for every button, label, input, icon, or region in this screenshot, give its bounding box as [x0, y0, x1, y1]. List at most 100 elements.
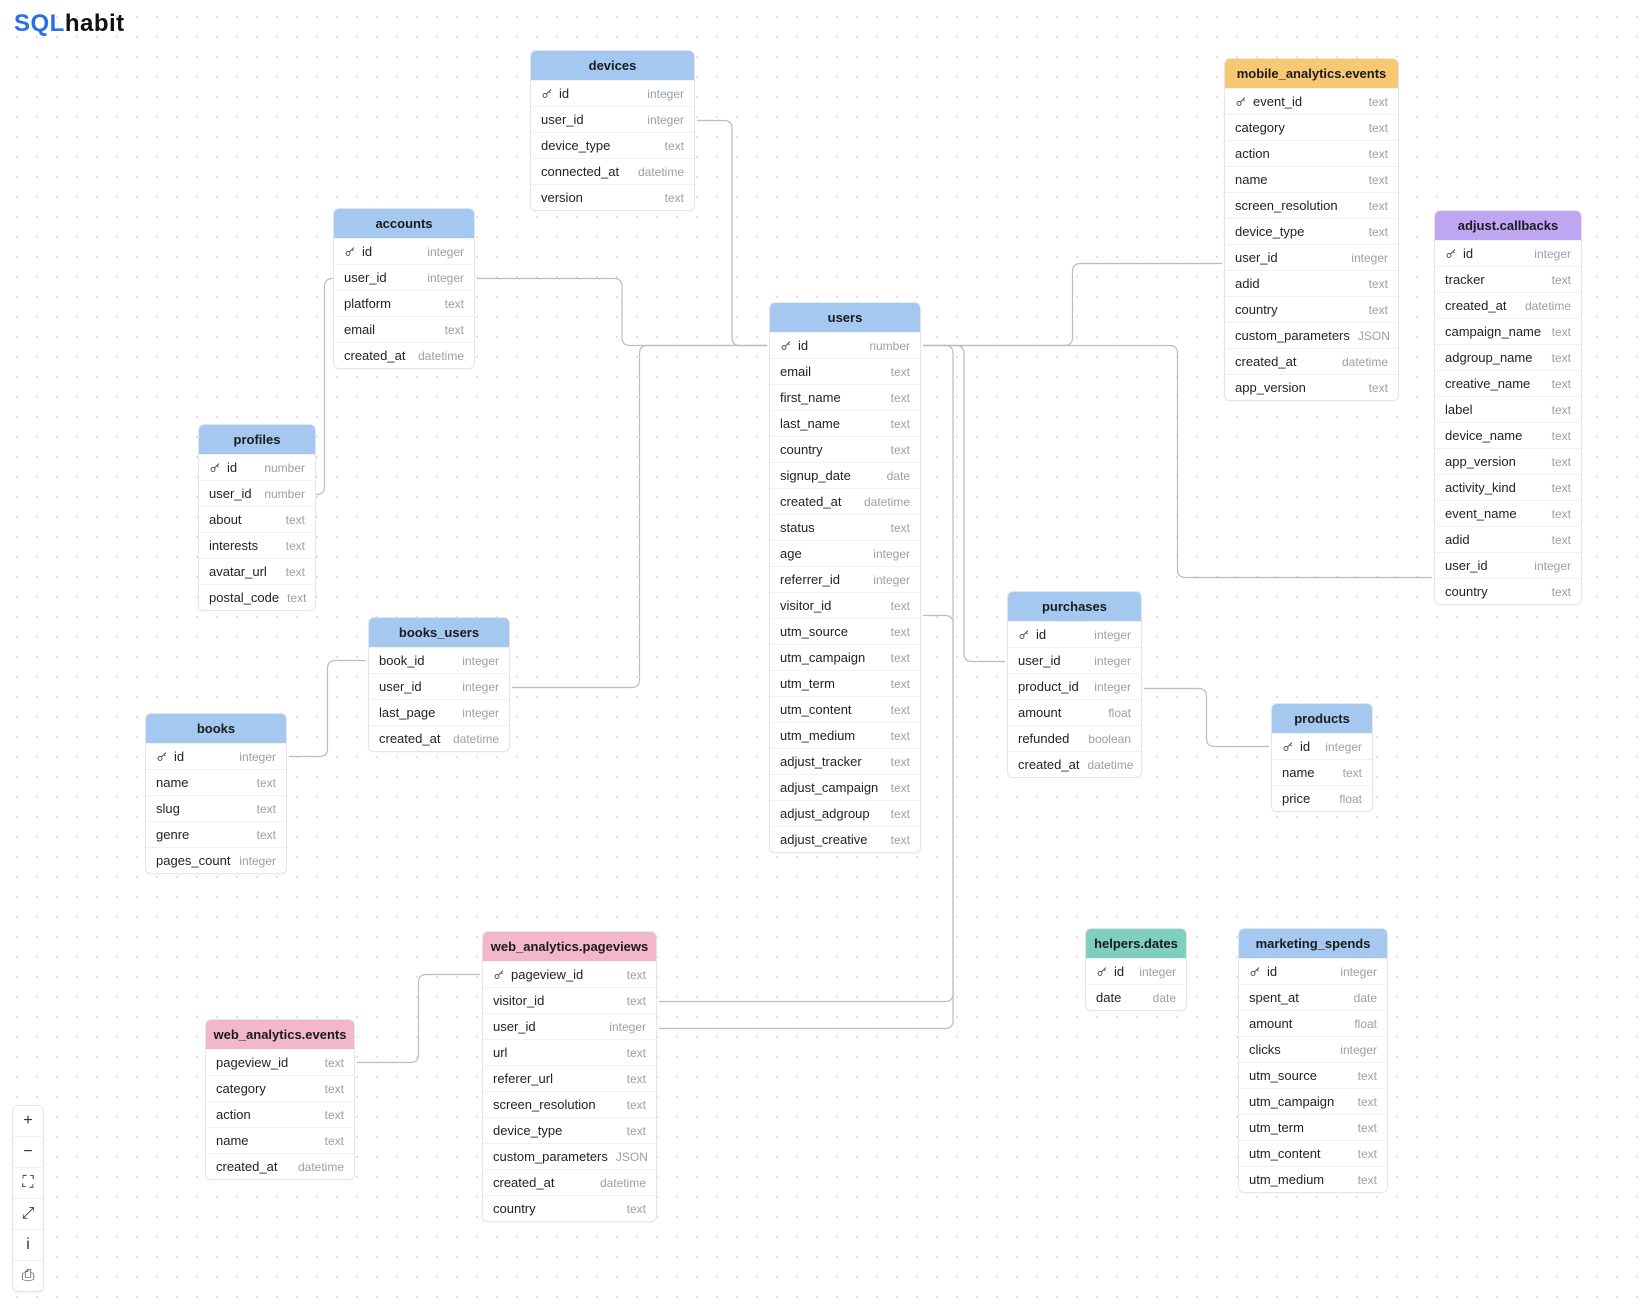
- info-button[interactable]: i: [13, 1229, 43, 1260]
- table-row[interactable]: referer_urltext: [483, 1065, 656, 1091]
- table-row[interactable]: device_typetext: [1225, 218, 1398, 244]
- table-header[interactable]: books_users: [369, 618, 509, 647]
- table-row[interactable]: amountfloat: [1239, 1010, 1387, 1036]
- table-row[interactable]: creative_nametext: [1435, 370, 1581, 396]
- table-row[interactable]: adjust_campaigntext: [770, 774, 920, 800]
- table-row[interactable]: user_idinteger: [1225, 244, 1398, 270]
- table-row[interactable]: user_idnumber: [199, 480, 315, 506]
- table-row[interactable]: idinteger: [334, 238, 474, 264]
- table-row[interactable]: nametext: [1225, 166, 1398, 192]
- table-row[interactable]: slugtext: [146, 795, 286, 821]
- table-row[interactable]: adgroup_nametext: [1435, 344, 1581, 370]
- table-row[interactable]: created_atdatetime: [770, 488, 920, 514]
- table-row[interactable]: last_nametext: [770, 410, 920, 436]
- table-purchases[interactable]: purchasesidintegeruser_idintegerproduct_…: [1007, 591, 1142, 778]
- table-row[interactable]: product_idinteger: [1008, 673, 1141, 699]
- table-row[interactable]: campaign_nametext: [1435, 318, 1581, 344]
- table-row[interactable]: activity_kindtext: [1435, 474, 1581, 500]
- table-row[interactable]: utm_termtext: [770, 670, 920, 696]
- table-row[interactable]: urltext: [483, 1039, 656, 1065]
- table-row[interactable]: user_idinteger: [369, 673, 509, 699]
- table-row[interactable]: idnumber: [770, 332, 920, 358]
- table-marketing_spends[interactable]: marketing_spendsidintegerspent_atdateamo…: [1238, 928, 1388, 1193]
- table-row[interactable]: idinteger: [1272, 733, 1372, 759]
- table-row[interactable]: screen_resolutiontext: [483, 1091, 656, 1117]
- table-row[interactable]: genretext: [146, 821, 286, 847]
- table-row[interactable]: user_idinteger: [334, 264, 474, 290]
- table-header[interactable]: books: [146, 714, 286, 743]
- table-books_users[interactable]: books_usersbook_idintegeruser_idintegerl…: [368, 617, 510, 752]
- table-row[interactable]: adjust_creativetext: [770, 826, 920, 852]
- table-row[interactable]: user_idinteger: [483, 1013, 656, 1039]
- table-profiles[interactable]: profilesidnumberuser_idnumberabouttextin…: [198, 424, 316, 611]
- table-row[interactable]: first_nametext: [770, 384, 920, 410]
- table-row[interactable]: pageview_idtext: [206, 1049, 354, 1075]
- table-header[interactable]: users: [770, 303, 920, 332]
- table-row[interactable]: amountfloat: [1008, 699, 1141, 725]
- table-row[interactable]: utm_mediumtext: [770, 722, 920, 748]
- table-header[interactable]: helpers.dates: [1086, 929, 1186, 958]
- table-row[interactable]: visitor_idtext: [483, 987, 656, 1013]
- table-row[interactable]: datedate: [1086, 984, 1186, 1010]
- table-row[interactable]: countrytext: [770, 436, 920, 462]
- table-row[interactable]: idnumber: [199, 454, 315, 480]
- table-row[interactable]: event_nametext: [1435, 500, 1581, 526]
- table-row[interactable]: abouttext: [199, 506, 315, 532]
- table-row[interactable]: pages_countinteger: [146, 847, 286, 873]
- export-button[interactable]: ⎙: [13, 1260, 43, 1291]
- table-row[interactable]: created_atdatetime: [1225, 348, 1398, 374]
- table-row[interactable]: connected_atdatetime: [531, 158, 694, 184]
- table-row[interactable]: created_atdatetime: [334, 342, 474, 368]
- table-row[interactable]: nametext: [206, 1127, 354, 1153]
- table-row[interactable]: statustext: [770, 514, 920, 540]
- table-row[interactable]: ageinteger: [770, 540, 920, 566]
- table-row[interactable]: intereststext: [199, 532, 315, 558]
- table-header[interactable]: devices: [531, 51, 694, 80]
- table-row[interactable]: last_pageinteger: [369, 699, 509, 725]
- table-header[interactable]: purchases: [1008, 592, 1141, 621]
- table-header[interactable]: adjust.callbacks: [1435, 211, 1581, 240]
- table-row[interactable]: countrytext: [1225, 296, 1398, 322]
- table-row[interactable]: nametext: [146, 769, 286, 795]
- zoom-out-button[interactable]: −: [13, 1136, 43, 1167]
- table-row[interactable]: pageview_idtext: [483, 961, 656, 987]
- table-row[interactable]: user_idinteger: [531, 106, 694, 132]
- table-row[interactable]: actiontext: [206, 1101, 354, 1127]
- table-header[interactable]: profiles: [199, 425, 315, 454]
- table-row[interactable]: emailtext: [334, 316, 474, 342]
- table-row[interactable]: idinteger: [146, 743, 286, 769]
- table-row[interactable]: user_idinteger: [1008, 647, 1141, 673]
- zoom-in-button[interactable]: +: [13, 1106, 43, 1136]
- table-row[interactable]: custom_parametersJSON: [1225, 322, 1398, 348]
- table-products[interactable]: productsidintegernametextpricefloat: [1271, 703, 1373, 812]
- table-users[interactable]: usersidnumberemailtextfirst_nametextlast…: [769, 302, 921, 853]
- table-row[interactable]: idinteger: [1086, 958, 1186, 984]
- table-row[interactable]: visitor_idtext: [770, 592, 920, 618]
- erd-canvas[interactable]: devicesidintegeruser_idintegerdevice_typ…: [0, 0, 1644, 1304]
- table-row[interactable]: trackertext: [1435, 266, 1581, 292]
- table-devices[interactable]: devicesidintegeruser_idintegerdevice_typ…: [530, 50, 695, 211]
- table-row[interactable]: created_atdatetime: [206, 1153, 354, 1179]
- table-row[interactable]: custom_parametersJSON: [483, 1143, 656, 1169]
- table-row[interactable]: app_versiontext: [1435, 448, 1581, 474]
- table-row[interactable]: created_atdatetime: [1435, 292, 1581, 318]
- table-accounts[interactable]: accountsidintegeruser_idintegerplatformt…: [333, 208, 475, 369]
- table-row[interactable]: actiontext: [1225, 140, 1398, 166]
- table-row[interactable]: idinteger: [531, 80, 694, 106]
- table-header[interactable]: web_analytics.events: [206, 1020, 354, 1049]
- table-row[interactable]: idinteger: [1239, 958, 1387, 984]
- table-row[interactable]: idinteger: [1008, 621, 1141, 647]
- table-row[interactable]: adjust_trackertext: [770, 748, 920, 774]
- table-row[interactable]: emailtext: [770, 358, 920, 384]
- table-row[interactable]: versiontext: [531, 184, 694, 210]
- table-row[interactable]: device_nametext: [1435, 422, 1581, 448]
- table-web_analytics_events[interactable]: web_analytics.eventspageview_idtextcateg…: [205, 1019, 355, 1180]
- table-row[interactable]: utm_contenttext: [1239, 1140, 1387, 1166]
- table-row[interactable]: avatar_urltext: [199, 558, 315, 584]
- table-row[interactable]: utm_sourcetext: [770, 618, 920, 644]
- table-row[interactable]: countrytext: [483, 1195, 656, 1221]
- table-row[interactable]: device_typetext: [531, 132, 694, 158]
- table-helpers_dates[interactable]: helpers.datesidintegerdatedate: [1085, 928, 1187, 1011]
- table-row[interactable]: utm_termtext: [1239, 1114, 1387, 1140]
- table-row[interactable]: categorytext: [1225, 114, 1398, 140]
